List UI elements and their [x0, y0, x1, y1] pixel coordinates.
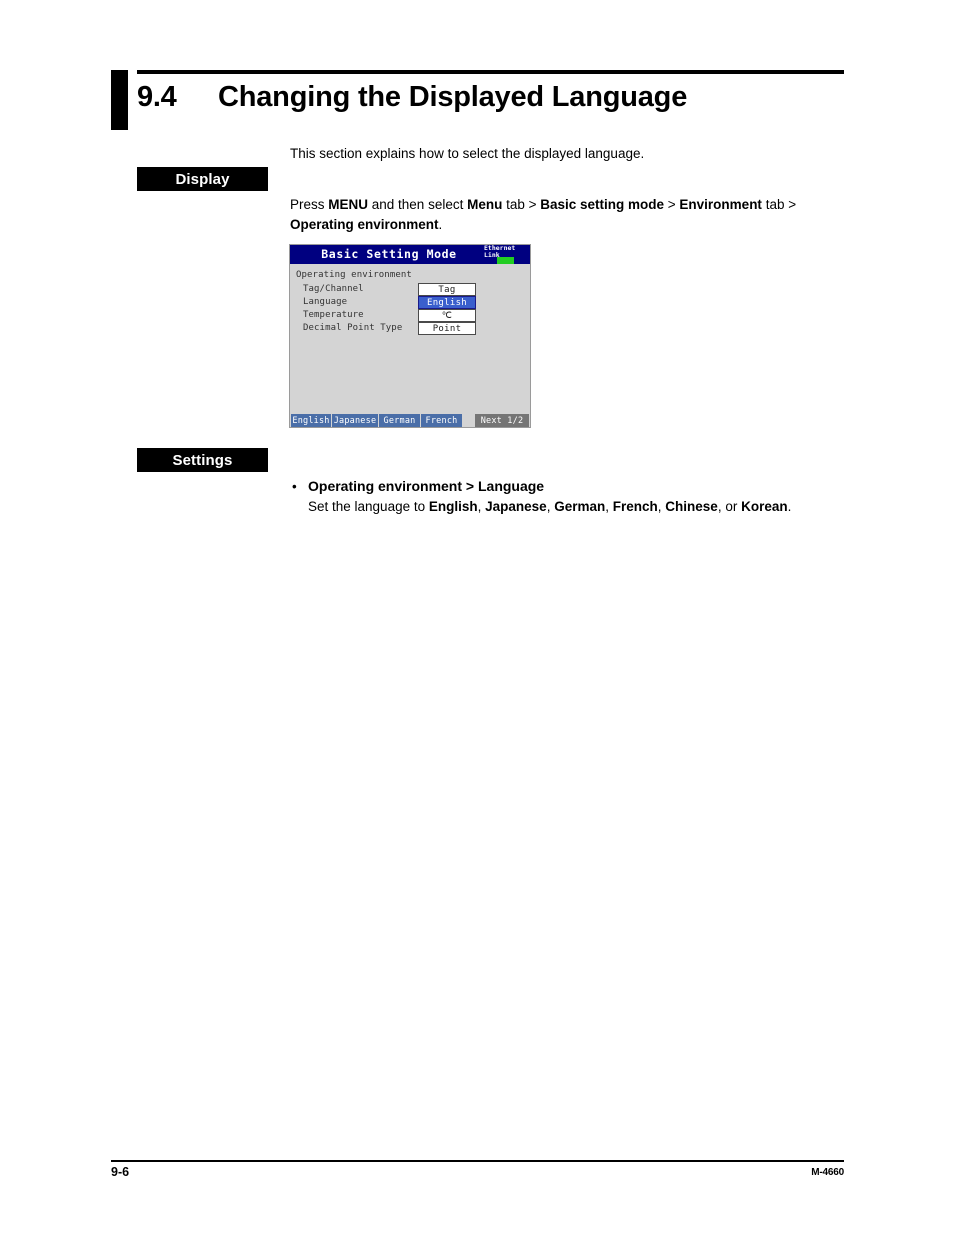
ethernet-link-indicator: Ethernet Link	[484, 245, 528, 264]
language-option-german: German	[554, 499, 606, 514]
lcd-setting-label: Language	[303, 297, 348, 307]
lcd-title-text: Basic Setting Mode	[321, 247, 457, 261]
procedure-press: Press	[290, 197, 329, 212]
bullet-icon: •	[292, 479, 297, 494]
tab-menu: Menu	[467, 197, 503, 212]
settings-section-label: Settings	[137, 448, 268, 472]
lcd-setting-row[interactable]: Tag/Channel Tag	[290, 283, 530, 296]
menu-operating-environment: Operating environment	[290, 217, 439, 232]
procedure-text: Press MENU and then select Menu tab > Ba…	[290, 195, 850, 235]
lcd-setting-label: Decimal Point Type	[303, 323, 403, 333]
lcd-setting-value[interactable]: English	[418, 296, 476, 309]
intro-paragraph: This section explains how to select the …	[290, 146, 645, 161]
display-section-label: Display	[137, 167, 268, 191]
language-option-korean: Korean	[741, 499, 788, 514]
lcd-screenshot: Basic Setting Mode Ethernet Link Operati…	[289, 244, 531, 428]
procedure-sep-2: >	[664, 197, 680, 212]
lcd-setting-value[interactable]: Tag	[418, 283, 476, 296]
section-number: 9.4	[137, 81, 177, 113]
lcd-setting-row[interactable]: Decimal Point Type Point	[290, 322, 530, 335]
ethernet-link-led	[497, 257, 514, 264]
lcd-softkey[interactable]: Japanese	[332, 414, 379, 427]
settings-bullet-heading: Operating environment > Language	[308, 478, 545, 494]
lcd-softkey[interactable]: Next 1/2	[475, 414, 529, 427]
procedure-select: and then select	[368, 197, 468, 212]
language-option-french: French	[612, 499, 658, 514]
language-option-japanese: Japanese	[485, 499, 547, 514]
language-option-chinese: Chinese	[665, 499, 718, 514]
settings-bullet-item: • Operating environment > Language	[290, 477, 850, 496]
settings-description: • Operating environment > Language Set t…	[290, 477, 850, 517]
procedure-sep-3: tab >	[761, 197, 797, 212]
lcd-group-title: Operating environment	[296, 270, 412, 280]
detail-sep-5: , or	[717, 499, 742, 514]
section-title: Changing the Displayed Language	[218, 81, 688, 113]
page-title: 9.4 Changing the Displayed Language	[137, 78, 857, 122]
detail-sep-3: ,	[605, 499, 613, 514]
detail-end: .	[787, 499, 792, 514]
footer-document-code: M-4660	[811, 1167, 844, 1178]
lcd-setting-label: Temperature	[303, 310, 364, 320]
lcd-softkey[interactable]: English	[291, 414, 332, 427]
section-top-rule	[137, 70, 844, 74]
section-accent-bar	[111, 70, 128, 130]
footer-rule	[111, 1160, 844, 1162]
lcd-softkey[interactable]: French	[421, 414, 463, 427]
procedure-sep-1: tab >	[502, 197, 541, 212]
detail-lead: Set the language to	[308, 499, 429, 514]
language-option-english: English	[428, 499, 478, 514]
lcd-body: Operating environment Tag/Channel Tag Lang…	[290, 264, 530, 413]
lcd-softkey[interactable]: German	[379, 414, 421, 427]
lcd-settings-list: Tag/Channel Tag Language English Temperature…	[290, 283, 530, 335]
detail-sep-1: ,	[477, 499, 486, 514]
lcd-title-bar: Basic Setting Mode Ethernet Link	[290, 245, 530, 264]
lcd-setting-value[interactable]: Point	[418, 322, 476, 335]
lcd-setting-row[interactable]: Temperature ℃	[290, 309, 530, 322]
lcd-setting-row[interactable]: Language English	[290, 296, 530, 309]
settings-bullet-detail: Set the language to English, Japanese, G…	[290, 497, 850, 517]
lcd-setting-value[interactable]: ℃	[418, 309, 476, 322]
tab-environment: Environment	[679, 197, 762, 212]
lcd-softkey-bar: English Japanese German French Next 1/2	[290, 414, 530, 427]
footer-page-number: 9-6	[111, 1165, 130, 1179]
menu-basic-setting-mode: Basic setting mode	[540, 197, 665, 212]
procedure-period: .	[438, 217, 443, 232]
key-menu: MENU	[328, 197, 369, 212]
lcd-setting-label: Tag/Channel	[303, 284, 364, 294]
